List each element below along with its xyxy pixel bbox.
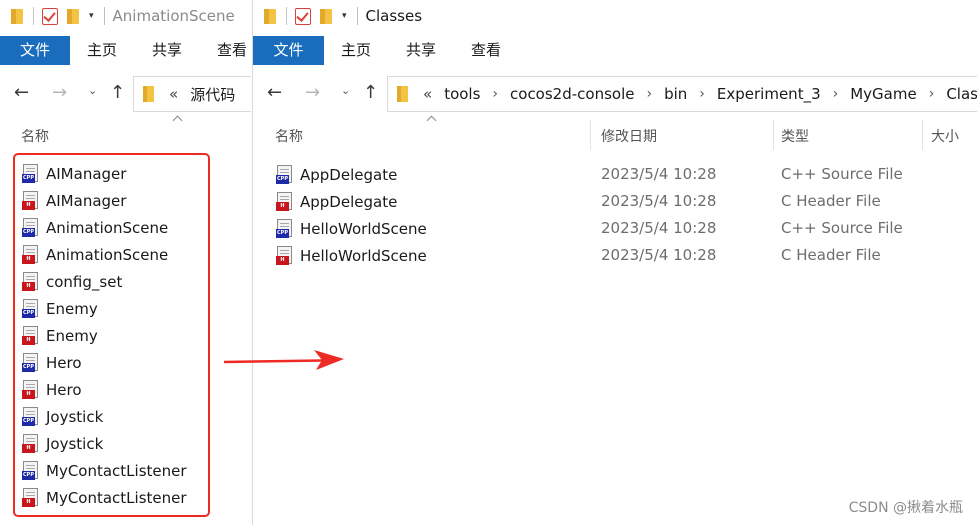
right-explorer-window: ▾ Classes 文件 主页 共享 查看 ← → ⌄ ↑ « tools › … [252, 0, 977, 525]
left-navigation-bar: ← → ⌄ ↑ « 源代码 [0, 74, 251, 114]
highlight-box [13, 153, 210, 517]
forward-arrow-icon[interactable]: → [52, 82, 67, 104]
column-header-size[interactable]: 大小 [931, 126, 959, 146]
back-arrow-icon[interactable]: ← [267, 82, 282, 104]
file-row[interactable]: CPP HelloWorldScene [276, 215, 427, 242]
properties-check-icon[interactable] [295, 7, 311, 25]
header-file-icon: H [276, 246, 293, 265]
sort-ascending-icon [172, 116, 182, 122]
file-name: AppDelegate [300, 192, 398, 211]
red-arrow-annotation [223, 350, 344, 370]
tab-view[interactable]: 查看 [212, 36, 251, 65]
new-folder-icon[interactable] [319, 8, 334, 25]
tab-home[interactable]: 主页 [82, 36, 122, 65]
tab-file[interactable]: 文件 [0, 36, 70, 65]
window-title: Classes [365, 7, 423, 25]
folder-icon [10, 8, 25, 25]
column-divider[interactable] [922, 120, 923, 150]
breadcrumb-item[interactable]: bin [664, 85, 687, 103]
tab-share[interactable]: 共享 [147, 36, 187, 65]
file-name: HelloWorldScene [300, 219, 427, 238]
file-type: C++ Source File [781, 219, 903, 237]
customize-toolbar-dropdown-icon[interactable]: ▾ [342, 11, 347, 21]
recent-locations-chevron-icon[interactable]: ⌄ [88, 84, 97, 97]
new-folder-icon[interactable] [66, 8, 81, 25]
folder-icon [142, 86, 157, 102]
file-type: C++ Source File [781, 165, 903, 183]
recent-locations-chevron-icon[interactable]: ⌄ [341, 84, 350, 97]
file-name: AppDelegate [300, 165, 398, 184]
divider [286, 7, 287, 25]
tab-file[interactable]: 文件 [253, 36, 324, 65]
breadcrumb-item[interactable]: Experiment_3 [717, 85, 821, 103]
right-ribbon: 文件 主页 共享 查看 [253, 36, 977, 66]
file-modified-date: 2023/5/4 10:28 [601, 165, 717, 183]
file-row[interactable]: H HelloWorldScene [276, 242, 427, 269]
breadcrumb-item[interactable]: MyGame [850, 85, 916, 103]
cpp-file-icon: CPP [276, 165, 293, 184]
properties-check-icon[interactable] [42, 7, 58, 25]
breadcrumb-separator-icon[interactable]: › [929, 86, 935, 102]
right-file-list: CPP AppDelegate H AppDelegate CPP HelloWorl… [276, 161, 427, 269]
breadcrumb-item-current[interactable]: Classes [946, 85, 977, 103]
tab-view[interactable]: 查看 [466, 36, 506, 65]
divider [33, 7, 34, 25]
file-modified-date: 2023/5/4 10:28 [601, 192, 717, 210]
forward-arrow-icon[interactable]: → [305, 82, 320, 104]
breadcrumb-item[interactable]: tools [444, 85, 480, 103]
file-modified-date: 2023/5/4 10:28 [601, 219, 717, 237]
file-type: C Header File [781, 246, 881, 264]
address-bar[interactable]: « 源代码 [133, 76, 251, 112]
address-bar[interactable]: « tools › cocos2d-console › bin › Experi… [387, 76, 977, 112]
column-header-type[interactable]: 类型 [781, 126, 809, 146]
right-navigation-bar: ← → ⌄ ↑ « tools › cocos2d-console › bin … [253, 74, 977, 114]
breadcrumb-separator-icon[interactable]: › [699, 86, 705, 102]
file-type: C Header File [781, 192, 881, 210]
breadcrumb-separator-icon[interactable]: › [833, 86, 839, 102]
left-title-bar: ▾ AnimationScene [0, 0, 251, 36]
file-modified-date: 2023/5/4 10:28 [601, 246, 717, 264]
folder-icon [396, 86, 411, 102]
customize-toolbar-dropdown-icon[interactable]: ▾ [89, 11, 94, 21]
right-title-bar: ▾ Classes [253, 0, 977, 36]
tab-share[interactable]: 共享 [401, 36, 441, 65]
divider [103, 7, 105, 25]
cpp-file-icon: CPP [276, 219, 293, 238]
column-divider[interactable] [590, 120, 591, 150]
column-header-modified[interactable]: 修改日期 [601, 126, 657, 146]
file-name: HelloWorldScene [300, 246, 427, 265]
breadcrumb-separator-icon[interactable]: › [492, 86, 498, 102]
watermark: CSDN @揪着水瓶 [848, 500, 963, 516]
window-title: AnimationScene [112, 7, 235, 25]
breadcrumb-item[interactable]: 源代码 [190, 84, 235, 105]
overflow-chevron[interactable]: « [169, 85, 178, 103]
column-divider[interactable] [773, 120, 774, 150]
breadcrumb-separator-icon[interactable]: › [646, 86, 652, 102]
folder-icon [263, 8, 278, 25]
header-file-icon: H [276, 192, 293, 211]
file-row[interactable]: H AppDelegate [276, 188, 427, 215]
left-ribbon: 文件 主页 共享 查看 [0, 36, 251, 66]
up-arrow-icon[interactable]: ↑ [363, 82, 378, 104]
file-row[interactable]: CPP AppDelegate [276, 161, 427, 188]
overflow-chevron[interactable]: « [423, 85, 432, 103]
column-header-name[interactable]: 名称 [275, 126, 303, 146]
back-arrow-icon[interactable]: ← [14, 82, 29, 104]
column-header-name[interactable]: 名称 [21, 126, 49, 146]
divider [356, 7, 358, 25]
up-arrow-icon[interactable]: ↑ [110, 82, 125, 104]
tab-home[interactable]: 主页 [336, 36, 376, 65]
sort-ascending-icon [426, 116, 436, 122]
breadcrumb-item[interactable]: cocos2d-console [510, 85, 634, 103]
